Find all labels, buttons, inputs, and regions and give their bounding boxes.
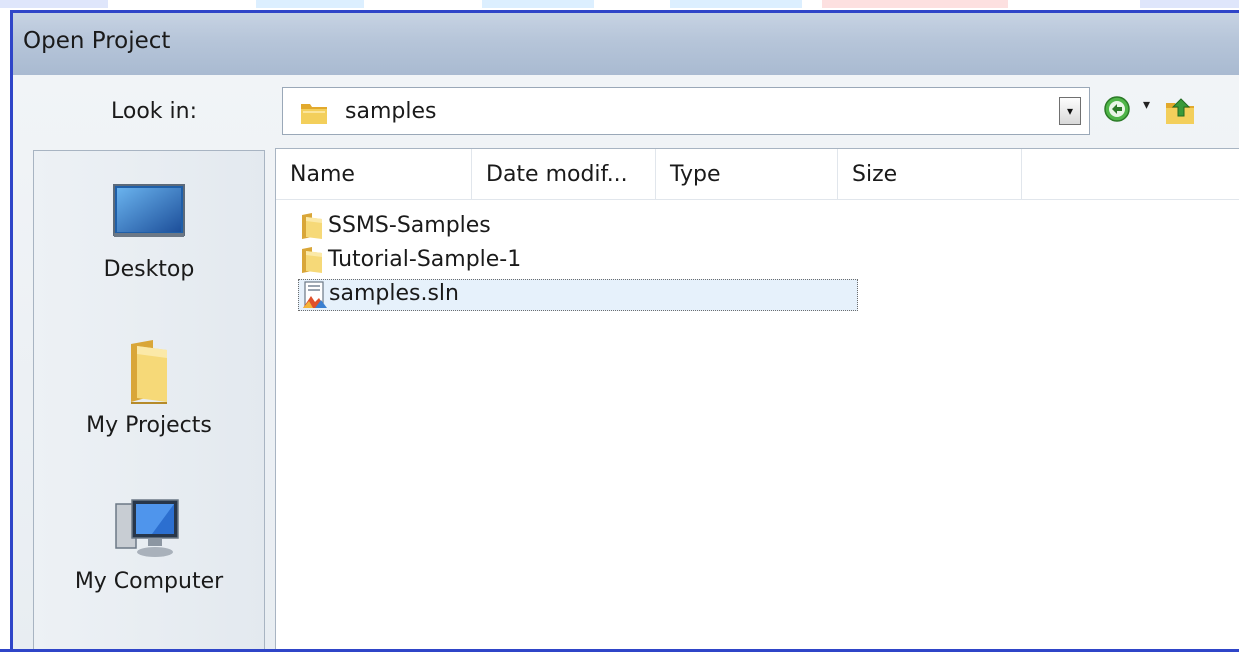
list-item-name: SSMS-Samples — [328, 213, 491, 238]
column-header-label: Size — [852, 162, 898, 187]
background-tab — [256, 0, 364, 8]
place-my-computer-label: My Computer — [74, 569, 224, 594]
column-header-type[interactable]: Type — [656, 149, 838, 199]
look-in-dropdown-button[interactable]: ▾ — [1059, 97, 1081, 125]
column-header-label: Date modif... — [486, 162, 628, 187]
folder-icon — [131, 340, 167, 404]
background-tab — [1140, 0, 1239, 8]
up-folder-icon — [1166, 98, 1194, 124]
column-header-label: Name — [290, 162, 355, 187]
column-header-date-modified[interactable]: Date modif... — [472, 149, 656, 199]
screen: Open Project Look in: samples ▾ ▾ Deskto… — [0, 0, 1239, 652]
list-item[interactable]: SSMS-Samples — [298, 211, 858, 243]
file-list[interactable]: Name Date modif... Type Size SSMS-Sample… — [275, 148, 1239, 652]
dialog-title: Open Project — [23, 28, 171, 54]
background-tab — [0, 0, 108, 8]
place-my-computer[interactable] — [34, 496, 264, 566]
column-header-row: Name Date modif... Type Size — [276, 149, 1239, 200]
places-bar: Desktop My Projects My Computer — [33, 150, 265, 652]
place-desktop[interactable] — [34, 183, 264, 243]
look-in-current-folder: samples — [345, 99, 437, 124]
background-tab — [670, 0, 802, 8]
background-tab-strip — [0, 0, 1239, 10]
folder-icon — [299, 98, 329, 130]
chevron-down-icon: ▾ — [1066, 104, 1074, 118]
background-tab — [482, 0, 594, 8]
column-header-label: Type — [670, 162, 721, 187]
list-item[interactable]: Tutorial-Sample-1 — [298, 245, 858, 277]
chevron-down-icon: ▾ — [1143, 97, 1151, 113]
column-header-size[interactable]: Size — [838, 149, 1022, 199]
open-project-dialog: Open Project Look in: samples ▾ ▾ Deskto… — [10, 10, 1239, 652]
list-item-name: Tutorial-Sample-1 — [328, 247, 522, 272]
column-header-name[interactable]: Name — [276, 149, 472, 199]
list-item-selected[interactable]: samples.sln — [298, 279, 858, 311]
dialog-body: Look in: samples ▾ ▾ Desktop My Projects… — [13, 75, 1239, 652]
solution-file-icon — [301, 280, 329, 314]
folder-icon — [298, 245, 326, 279]
back-arrow-icon — [1104, 96, 1130, 122]
look-in-combobox[interactable]: samples ▾ — [282, 87, 1090, 135]
folder-icon — [298, 211, 326, 245]
place-my-projects-label: My Projects — [86, 413, 212, 438]
list-item-name: samples.sln — [329, 281, 459, 306]
desktop-icon — [113, 184, 185, 237]
place-desktop-label: Desktop — [103, 257, 195, 282]
up-one-level-button[interactable] — [1163, 93, 1199, 129]
background-tab — [822, 0, 1008, 8]
computer-icon — [115, 499, 179, 557]
look-in-label: Look in: — [111, 99, 197, 124]
dialog-titlebar[interactable]: Open Project — [13, 13, 1239, 75]
back-button[interactable] — [1103, 93, 1139, 129]
place-my-projects[interactable] — [34, 336, 264, 410]
back-history-dropdown[interactable]: ▾ — [1139, 93, 1161, 129]
